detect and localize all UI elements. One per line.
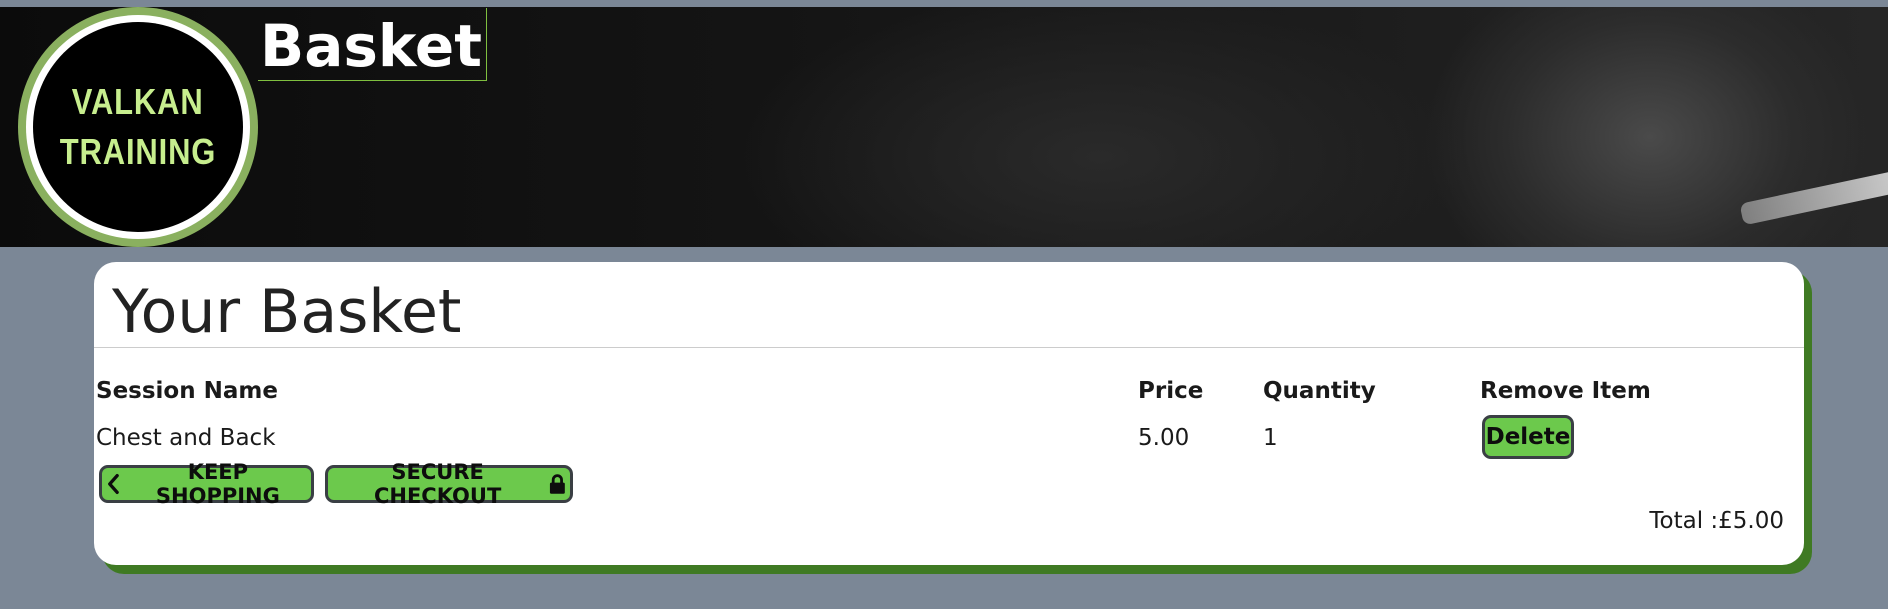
- page-title: Basket: [258, 8, 487, 81]
- basket-heading: Your Basket: [112, 277, 462, 347]
- column-header-quantity: Quantity: [1263, 378, 1376, 404]
- lock-icon: [550, 474, 566, 494]
- delete-button[interactable]: Delete: [1482, 415, 1574, 459]
- item-price: 5.00: [1138, 425, 1190, 451]
- logo[interactable]: VALKAN TRAINING: [18, 7, 258, 247]
- keep-shopping-label: KEEP SHOPPING: [155, 460, 280, 508]
- item-quantity: 1: [1263, 425, 1278, 451]
- logo-text-line1: VALKAN: [72, 81, 204, 122]
- keep-shopping-button[interactable]: KEEP SHOPPING: [99, 460, 314, 508]
- column-header-remove-item: Remove Item: [1480, 378, 1651, 404]
- secure-checkout-button[interactable]: SECURE CHECKOUT: [325, 460, 573, 508]
- column-header-session-name: Session Name: [96, 378, 278, 404]
- basket-card: Your Basket Session Name Price Quantity …: [94, 262, 1804, 565]
- column-header-price: Price: [1138, 378, 1204, 404]
- logo-badge: VALKAN TRAINING: [33, 22, 243, 232]
- chevron-left-icon: [108, 473, 119, 495]
- banner-barbell-image: [1739, 170, 1888, 226]
- secure-checkout-label: SECURE CHECKOUT: [373, 460, 502, 508]
- top-strip: [0, 0, 1888, 7]
- basket-total: Total :£5.00: [1649, 508, 1784, 534]
- logo-ring: VALKAN TRAINING: [26, 15, 250, 239]
- divider: [94, 347, 1804, 348]
- logo-text-line2: TRAINING: [59, 131, 217, 172]
- item-session-name: Chest and Back: [96, 425, 276, 451]
